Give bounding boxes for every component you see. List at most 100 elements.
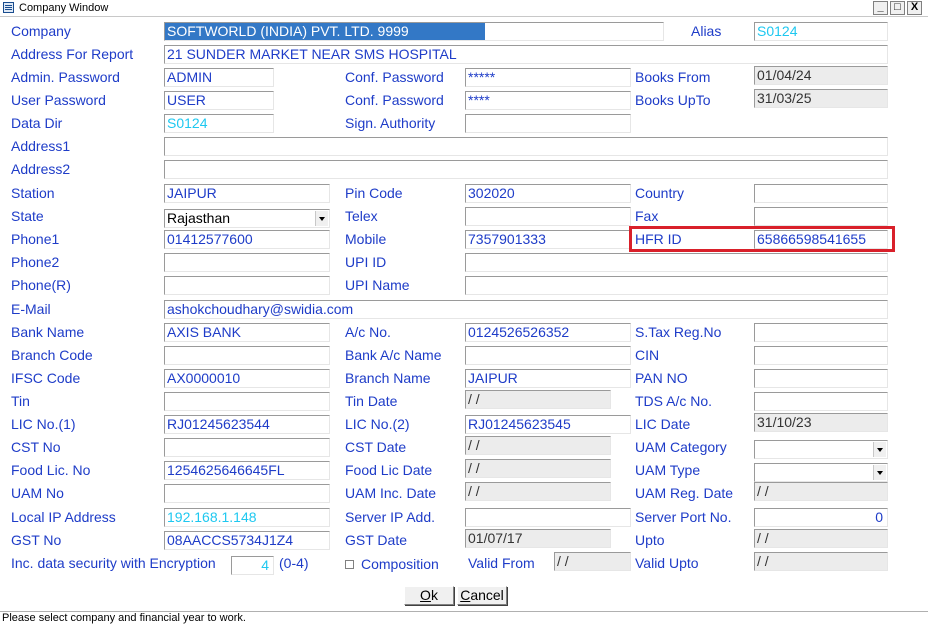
server-ip-field[interactable] [465, 508, 631, 527]
server-port-field[interactable]: 0 [754, 508, 888, 527]
branch-code-field[interactable] [164, 346, 330, 365]
minimize-button[interactable]: _ [873, 1, 888, 15]
pan-no-field[interactable] [754, 369, 888, 388]
email-field[interactable]: ashokchoudhary@swidia.com [164, 300, 888, 319]
window-title: Company Window [19, 2, 109, 14]
branch-name-label: Branch Name [345, 370, 431, 386]
gst-no-field[interactable]: 08AACCS5734J1Z4 [164, 531, 330, 550]
hfr-id-highlight-box [629, 226, 895, 252]
gst-date-field[interactable]: 01/07/17 [465, 529, 611, 548]
admin-password-field[interactable]: ADMIN [164, 68, 274, 87]
uam-type-label: UAM Type [635, 462, 701, 478]
address2-field[interactable] [164, 160, 888, 179]
uam-type-select[interactable] [754, 463, 888, 482]
uam-reg-date-field[interactable]: / / [754, 482, 888, 501]
composition-checkbox[interactable] [345, 560, 354, 569]
station-field[interactable]: JAIPUR [164, 184, 330, 203]
conf-admin-password-field[interactable]: ***** [465, 68, 631, 87]
title-bar: Company Window _ □ X [0, 0, 928, 17]
lic1-field[interactable]: RJ01245623544 [164, 415, 330, 434]
upi-id-field[interactable] [465, 253, 888, 272]
fax-field[interactable] [754, 207, 888, 226]
lic-date-label: LIC Date [635, 416, 691, 432]
encryption-range-label: (0-4) [279, 555, 309, 571]
cancel-button[interactable]: Cancel [457, 586, 507, 605]
encryption-label: Inc. data security with Encryption [11, 555, 216, 571]
food-lic-date-label: Food Lic Date [345, 462, 433, 478]
cin-field[interactable] [754, 346, 888, 365]
state-select[interactable]: Rajasthan [164, 209, 330, 228]
cst-no-field[interactable] [164, 438, 330, 457]
close-button[interactable]: X [907, 1, 922, 15]
tin-date-field[interactable]: / / [465, 390, 611, 409]
data-dir-field[interactable]: S0124 [164, 114, 274, 133]
address-for-report-field[interactable]: 21 SUNDER MARKET NEAR SMS HOSPITAL [164, 45, 888, 64]
lic2-field[interactable]: RJ01245623545 [465, 415, 631, 434]
ok-button[interactable]: Ok [404, 586, 454, 605]
status-bar: Please select company and financial year… [0, 611, 928, 625]
tds-ac-field[interactable] [754, 392, 888, 411]
tin-field[interactable] [164, 392, 330, 411]
phone1-field[interactable]: 01412577600 [164, 230, 330, 249]
address-for-report-label: Address For Report [11, 46, 134, 62]
cst-date-field[interactable]: / / [465, 436, 611, 455]
server-ip-label: Server IP Add. [345, 509, 436, 525]
admin-password-label: Admin. Password [11, 69, 120, 85]
chevron-down-icon[interactable] [315, 211, 328, 226]
uam-no-field[interactable] [164, 484, 330, 503]
mobile-label: Mobile [345, 231, 387, 247]
gst-no-label: GST No [11, 532, 62, 548]
local-ip-field[interactable]: 192.168.1.148 [164, 508, 330, 527]
user-password-field[interactable]: USER [164, 91, 274, 110]
books-upto-label: Books UpTo [635, 92, 711, 108]
company-field[interactable]: SOFTWORLD (INDIA) PVT. LTD. 9999 [164, 22, 664, 41]
local-ip-label: Local IP Address [11, 509, 116, 525]
bank-ac-name-field[interactable] [465, 346, 631, 365]
pin-code-label: Pin Code [345, 185, 403, 201]
chevron-down-icon[interactable] [873, 442, 886, 457]
uam-category-select[interactable] [754, 440, 888, 459]
state-label: State [11, 208, 44, 224]
valid-from-label: Valid From [468, 555, 535, 571]
phone-r-field[interactable] [164, 276, 330, 295]
cin-label: CIN [635, 347, 660, 363]
upi-id-label: UPI ID [345, 254, 387, 270]
uam-reg-date-label: UAM Reg. Date [635, 485, 734, 501]
country-field[interactable] [754, 184, 888, 203]
bank-name-field[interactable]: AXIS BANK [164, 323, 330, 342]
upto-field[interactable]: / / [754, 529, 888, 548]
sign-authority-field[interactable] [465, 114, 631, 133]
mobile-field[interactable]: 7357901333 [465, 230, 631, 249]
food-lic-date-field[interactable]: / / [465, 459, 611, 478]
user-password-label: User Password [11, 92, 106, 108]
books-from-field[interactable]: 01/04/24 [754, 66, 888, 85]
conf-password-label: Conf. Password [345, 69, 444, 85]
food-lic-no-field[interactable]: 1254625646645FL [164, 461, 330, 480]
pin-code-field[interactable]: 302020 [465, 184, 631, 203]
composition-label: Composition [361, 556, 439, 572]
ac-no-field[interactable]: 0124526526352 [465, 323, 631, 342]
tin-label: Tin [11, 393, 30, 409]
encryption-level-field[interactable]: 4 [231, 556, 274, 575]
valid-from-field[interactable]: / / [554, 552, 631, 571]
address1-field[interactable] [164, 137, 888, 156]
alias-field[interactable]: S0124 [754, 22, 888, 41]
phone2-field[interactable] [164, 253, 330, 272]
valid-upto-field[interactable]: / / [754, 552, 888, 571]
chevron-down-icon[interactable] [873, 465, 886, 480]
address2-label: Address2 [11, 161, 71, 177]
books-upto-field[interactable]: 31/03/25 [754, 89, 888, 108]
telex-field[interactable] [465, 207, 631, 226]
branch-name-field[interactable]: JAIPUR [465, 369, 631, 388]
lic-date-field[interactable]: 31/10/23 [754, 413, 888, 432]
ifsc-code-field[interactable]: AX0000010 [164, 369, 330, 388]
lic2-label: LIC No.(2) [345, 416, 410, 432]
window-menu-icon[interactable] [3, 2, 14, 13]
maximize-button[interactable]: □ [890, 1, 905, 15]
conf-user-password-field[interactable]: **** [465, 91, 631, 110]
uam-inc-date-field[interactable]: / / [465, 482, 611, 501]
stax-reg-field[interactable] [754, 323, 888, 342]
valid-upto-label: Valid Upto [635, 555, 699, 571]
upi-name-field[interactable] [465, 276, 888, 295]
phone1-label: Phone1 [11, 231, 60, 247]
